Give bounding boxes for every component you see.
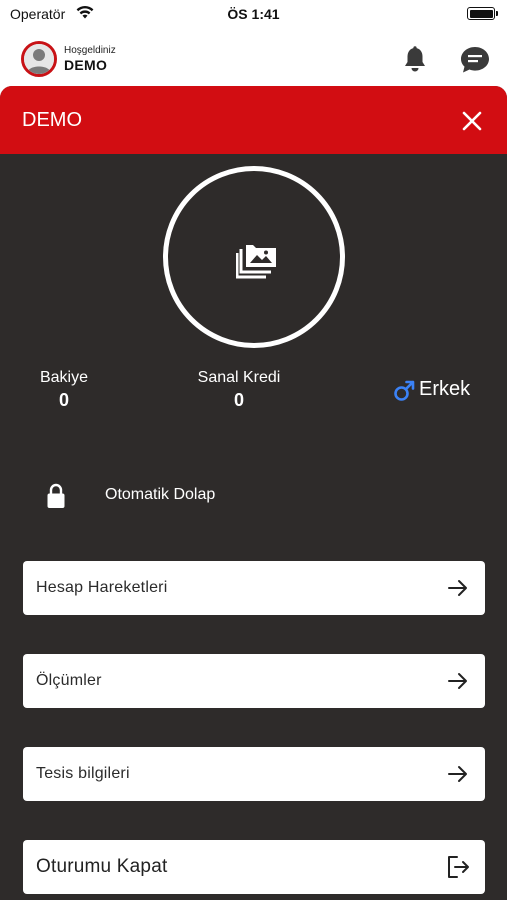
balance-value: 0 — [58, 390, 69, 410]
user-name: DEMO — [64, 57, 108, 73]
arrow-right-icon — [448, 673, 467, 689]
lock-icon — [47, 483, 65, 508]
battery-icon — [467, 7, 498, 20]
virtual-credit-label: Sanal Kredi — [197, 369, 281, 386]
arrow-right-icon — [448, 580, 467, 596]
menu-label: Ölçümler — [36, 672, 102, 689]
menu-label: Tesis bilgileri — [36, 765, 130, 782]
measurements-button[interactable]: Ölçümler — [23, 654, 485, 708]
profile-panel: DEMO Bakiye 0 Sanal Kredi 0 Erkek Otomat… — [0, 86, 507, 900]
virtual-credit-value: 0 — [233, 390, 244, 410]
menu-label: Hesap Hareketleri — [36, 579, 168, 596]
logout-icon — [448, 856, 469, 878]
chat-icon[interactable] — [459, 45, 491, 75]
facility-info-button[interactable]: Tesis bilgileri — [23, 747, 485, 801]
account-transactions-button[interactable]: Hesap Hareketleri — [23, 561, 485, 615]
gender-label: Erkek — [419, 378, 471, 400]
status-time: ÖS 1:41 — [227, 6, 280, 22]
status-bar: Operatör ÖS 1:41 — [0, 0, 507, 30]
welcome-label: Hoşgeldiniz — [64, 45, 116, 56]
user-icon — [24, 44, 54, 74]
auto-locker-label: Otomatik Dolap — [105, 486, 216, 503]
logout-label: Oturumu Kapat — [36, 856, 168, 877]
arrow-right-icon — [448, 766, 467, 782]
panel-title: DEMO — [22, 109, 82, 131]
balance-label: Bakiye — [39, 369, 89, 386]
panel-header: DEMO — [0, 86, 507, 154]
avatar[interactable] — [21, 41, 57, 77]
profile-photo-picker[interactable] — [163, 166, 345, 348]
close-icon[interactable] — [461, 110, 483, 132]
logout-button[interactable]: Oturumu Kapat — [23, 840, 485, 894]
male-icon — [394, 380, 415, 401]
bell-icon[interactable] — [400, 45, 430, 75]
top-header: Hoşgeldiniz DEMO — [0, 30, 507, 90]
photo-library-icon — [236, 245, 276, 279]
